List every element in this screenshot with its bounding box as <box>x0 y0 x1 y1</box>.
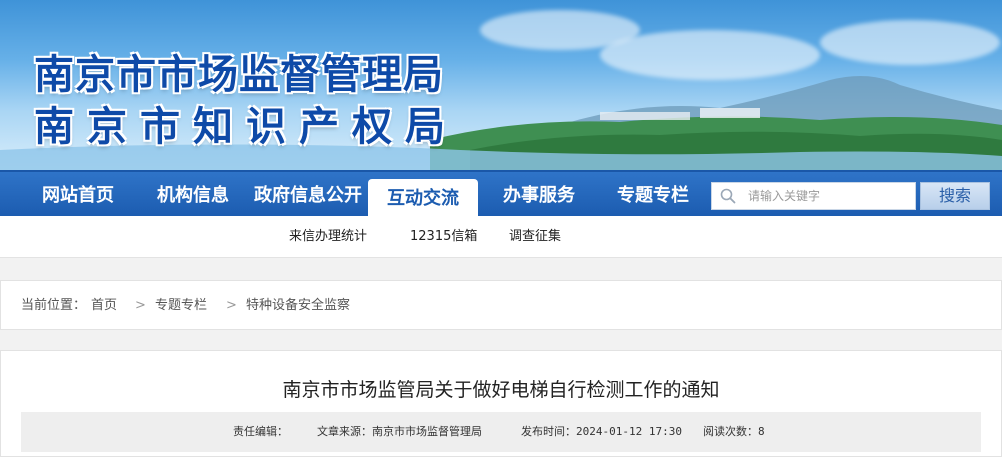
meta-editor: 责任编辑： <box>233 425 288 438</box>
breadcrumb-separator: > <box>135 298 146 313</box>
subnav-item-survey[interactable]: 调查征集 <box>509 216 561 258</box>
article-meta-bar: 责任编辑： 文章来源：南京市市场监督管理局 发布时间：2024-01-12 17… <box>21 412 981 452</box>
nav-item-gov-info[interactable]: 政府信息公开 <box>250 172 366 218</box>
article-panel: 南京市市场监管局关于做好电梯自行检测工作的通知 责任编辑： 文章来源：南京市市场… <box>0 350 1002 457</box>
subnav-item-12315-mailbox[interactable]: 12315信箱 <box>410 216 477 258</box>
meta-views: 阅读次数：8 <box>703 425 765 438</box>
search-button[interactable]: 搜索 <box>920 182 990 210</box>
search-icon <box>720 188 736 204</box>
meta-published: 发布时间：2024-01-12 17:30 <box>521 425 682 438</box>
breadcrumb: 当前位置： 首页 > 专题专栏 > 特种设备安全监察 <box>0 280 1002 330</box>
breadcrumb-item-home[interactable]: 首页 <box>91 281 117 331</box>
breadcrumb-separator: > <box>226 298 237 313</box>
article-title: 南京市市场监管局关于做好电梯自行检测工作的通知 <box>282 379 720 401</box>
search-input[interactable] <box>748 183 913 209</box>
search-box <box>711 182 916 210</box>
site-title-line2: 南京市知识产权局 <box>34 103 458 150</box>
header-banner: 南京市市场监督管理局 南京市知识产权局 <box>0 0 1002 170</box>
subnav-item-letter-stats[interactable]: 来信办理统计 <box>289 216 367 258</box>
nav-item-home[interactable]: 网站首页 <box>22 172 134 218</box>
nav-item-org-info[interactable]: 机构信息 <box>138 172 248 218</box>
meta-source: 文章来源：南京市市场监督管理局 <box>317 425 482 438</box>
nav-item-services[interactable]: 办事服务 <box>484 172 594 218</box>
breadcrumb-prefix: 当前位置： <box>21 298 87 313</box>
main-nav: 网站首页 机构信息 政府信息公开 互动交流 办事服务 专题专栏 搜索 <box>0 170 1002 219</box>
breadcrumb-item-special-equipment[interactable]: 特种设备安全监察 <box>246 281 350 331</box>
sub-nav: 来信办理统计 12315信箱 调查征集 <box>0 216 1002 258</box>
breadcrumb-item-special-topics[interactable]: 专题专栏 <box>155 281 207 331</box>
site-title-line1: 南京市市场监督管理局 <box>34 51 444 98</box>
nav-item-special-topics[interactable]: 专题专栏 <box>598 172 708 218</box>
nav-item-interaction[interactable]: 互动交流 <box>368 179 478 219</box>
